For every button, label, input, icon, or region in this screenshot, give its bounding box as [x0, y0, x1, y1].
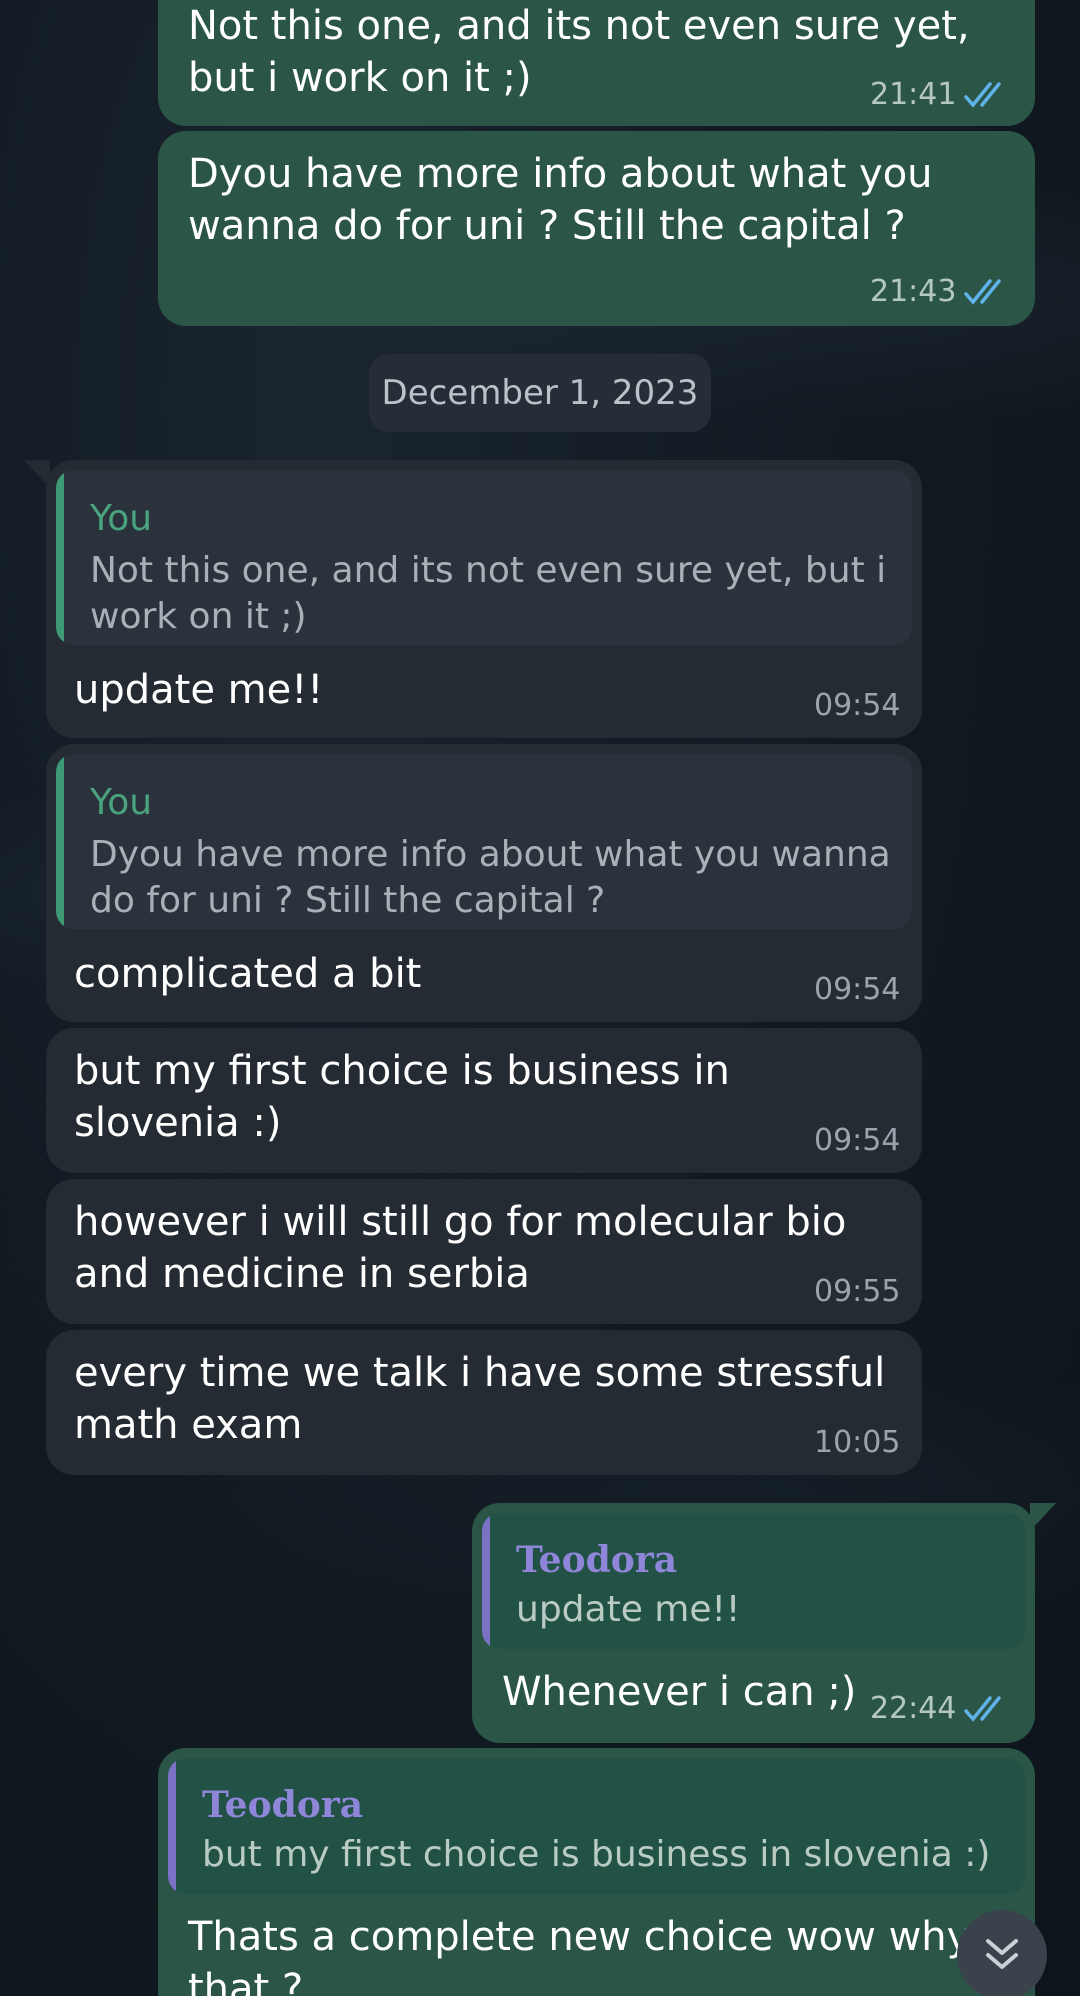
message-time: 10:05 — [814, 1425, 901, 1460]
message-time: 09:54 — [814, 688, 901, 723]
reply-text: update me!! — [516, 1589, 741, 1630]
message-time: 21:43 — [870, 274, 957, 309]
reply-quote-bar — [482, 1513, 490, 1649]
scroll-to-bottom-button[interactable] — [957, 1910, 1047, 1996]
message-bubble-incoming[interactable]: You Not this one, and its not even sure … — [46, 460, 922, 738]
message-text: however i will still go for molecular bi… — [74, 1199, 847, 1297]
double-check-icon — [964, 82, 1001, 108]
reply-text: Not this one, and its not even sure yet,… — [90, 550, 887, 637]
message-time: 22:44 — [870, 1691, 957, 1726]
reply-author: You — [90, 498, 153, 539]
message-time: 09:54 — [814, 1123, 901, 1158]
reply-quote-bar — [56, 470, 64, 645]
message-text: Dyou have more info about what you wanna… — [188, 151, 933, 249]
reply-quote-bar — [56, 754, 64, 929]
message-bubble-incoming[interactable]: every time we talk i have some stressful… — [46, 1330, 922, 1475]
message-time: 09:55 — [814, 1274, 901, 1309]
message-text: Thats a complete new choice wow why that… — [188, 1914, 971, 1996]
message-text: every time we talk i have some stressful… — [74, 1350, 886, 1448]
reply-text: Dyou have more info about what you wanna… — [90, 834, 891, 921]
reply-quote-bar — [168, 1758, 176, 1894]
message-time: 21:41 — [870, 77, 957, 112]
double-check-icon — [964, 1696, 1001, 1722]
double-check-icon — [964, 279, 1001, 305]
message-text: complicated a bit — [74, 951, 422, 997]
reply-quote[interactable]: Teodora but my first choice is business … — [168, 1758, 1025, 1894]
message-text: Not this one, and its not even sure yet,… — [188, 3, 970, 101]
reply-quote[interactable]: You Dyou have more info about what you w… — [56, 754, 912, 929]
date-separator: December 1, 2023 — [369, 354, 711, 432]
message-bubble-outgoing[interactable]: Dyou have more info about what you wanna… — [158, 131, 1035, 326]
reply-author: You — [90, 782, 153, 823]
message-text: Whenever i can ;) — [502, 1669, 857, 1715]
reply-quote[interactable]: You Not this one, and its not even sure … — [56, 470, 912, 645]
reply-text: but my first choice is business in slove… — [202, 1834, 991, 1875]
message-bubble-incoming[interactable]: You Dyou have more info about what you w… — [46, 744, 922, 1022]
reply-author: Teodora — [202, 1784, 364, 1826]
chevrons-down-icon — [986, 1939, 1018, 1969]
message-bubble-incoming[interactable]: but my first choice is business in slove… — [46, 1028, 922, 1173]
reply-quote[interactable]: Teodora update me!! — [482, 1513, 1025, 1649]
message-bubble-outgoing[interactable]: Teodora update me!! Whenever i can ;) 22… — [472, 1503, 1035, 1743]
message-bubble-outgoing[interactable]: Teodora but my first choice is business … — [158, 1748, 1035, 1996]
message-time: 09:54 — [814, 972, 901, 1007]
message-text: but my first choice is business in slove… — [74, 1048, 730, 1146]
message-bubble-outgoing[interactable]: Not this one, and its not even sure yet,… — [158, 0, 1035, 126]
reply-author: Teodora — [516, 1539, 678, 1581]
message-text: update me!! — [74, 667, 324, 713]
message-bubble-incoming[interactable]: however i will still go for molecular bi… — [46, 1179, 922, 1324]
